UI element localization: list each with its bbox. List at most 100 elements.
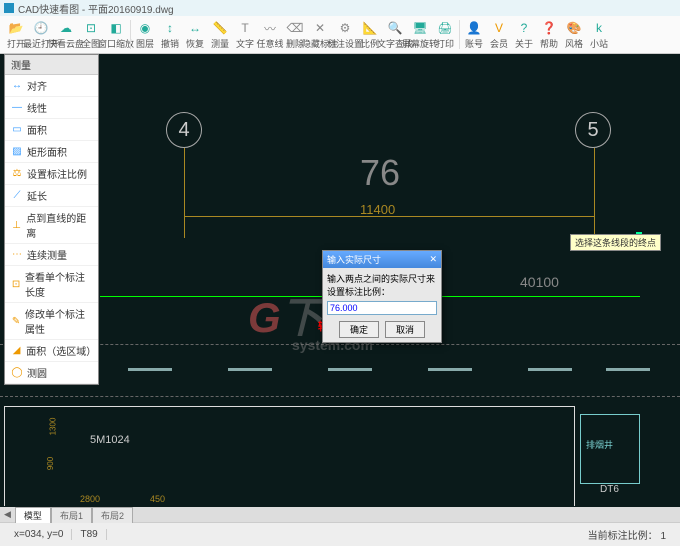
ok-button[interactable]: 确定 — [339, 321, 379, 338]
menu-label: 线性 — [27, 100, 47, 115]
dt-label: DT6 — [600, 484, 619, 495]
window-title: CAD快速看图 - 平面20160919.dwg — [18, 1, 174, 16]
toolbar-label: 测量 — [211, 37, 229, 50]
toolbar-label: 会员 — [490, 37, 508, 50]
coords-readout: x=034, y=0 — [6, 529, 72, 540]
toolbar-label: 打印 — [436, 37, 454, 50]
toolbar-账号[interactable]: 👤账号 — [462, 18, 486, 51]
menu-item-面积[interactable]: ▭面积 — [5, 119, 98, 141]
toolbar-图层[interactable]: ◉图层 — [133, 18, 157, 51]
toolbar-关于[interactable]: ?关于 — [512, 18, 536, 51]
cancel-button[interactable]: 取消 — [385, 321, 425, 338]
status-bar: x=034, y=0 T89 当前标注比例： 1 — [0, 522, 680, 546]
menu-label: 点到直线的距离 — [26, 210, 92, 240]
menu-icon: ↔ — [11, 80, 23, 92]
measure-dropdown: 测量 ↔对齐 — 线性 ▭面积▨矩形面积 ⚖ 设置标注比例 ⟋ 延长 ⊥点到直线的距离 ⋯ 连续测量… — [4, 54, 99, 385]
menu-item-测圆[interactable]: ◯ 测圆 — [5, 362, 98, 384]
close-icon[interactable]: ✕ — [429, 254, 437, 265]
tab-layout1[interactable]: 布局1 — [51, 507, 92, 523]
grid-bubble-5: 5 — [575, 112, 611, 148]
dialog-title-text: 输入实际尺寸 — [327, 253, 381, 266]
menu-label: 延长 — [27, 188, 47, 203]
room-label: 5M1024 — [90, 434, 130, 446]
toolbar-小站[interactable]: k小站 — [587, 18, 611, 51]
menu-item-线性[interactable]: — 线性 — [5, 97, 98, 119]
side-dimension: 40100 — [520, 274, 559, 290]
tab-model[interactable]: 模型 — [15, 507, 51, 523]
status-t: T89 — [72, 529, 106, 540]
toolbar-快看云盘[interactable]: ☁快看云盘 — [54, 18, 78, 51]
dialog-titlebar[interactable]: 输入实际尺寸 ✕ — [323, 251, 441, 268]
menu-icon: ▨ — [11, 146, 23, 158]
toolbar-icon: ↔ — [187, 20, 203, 36]
toolbar-icon: 〰 — [262, 20, 278, 36]
toolbar-icon: ⚙ — [337, 20, 353, 36]
main-toolbar: 📂打开🕘最近打开☁快看云盘⊡全图◧窗口缩放◉图层↕撤销↔恢复📏测量T文字〰任意线… — [0, 16, 680, 54]
toolbar-icon: ◧ — [108, 20, 124, 36]
dialog-prompt: 输入两点之间的实际尺寸来设置标注比例： — [327, 272, 437, 298]
layout-tabs: ◀ 模型 布局1 布局2 — [0, 507, 680, 522]
toolbar-窗口缩放[interactable]: ◧窗口缩放 — [104, 18, 128, 51]
dimension-large: 76 — [360, 152, 400, 194]
menu-item-延长[interactable]: ⟋ 延长 — [5, 185, 98, 207]
dim-450: 450 — [150, 494, 165, 504]
menu-icon: ⟋ — [11, 190, 23, 202]
toolbar-icon: 👤 — [466, 20, 482, 36]
snap-tooltip: 选择这条线段的终点 — [570, 234, 661, 251]
menu-label: 面积 — [27, 122, 47, 137]
menu-item-面积（选区域）[interactable]: ◢面积（选区域） — [5, 340, 98, 362]
toolbar-label: 图层 — [136, 37, 154, 50]
menu-item-对齐[interactable]: ↔对齐 — [5, 75, 98, 97]
toolbar-icon: 📂 — [8, 20, 24, 36]
toolbar-icon: ? — [516, 20, 532, 36]
dim-1300: 1300 — [48, 418, 57, 436]
menu-item-设置标注比例[interactable]: ⚖ 设置标注比例 — [5, 163, 98, 185]
menu-item-矩形面积[interactable]: ▨矩形面积 — [5, 141, 98, 163]
menu-icon: ⋯ — [11, 249, 23, 261]
toolbar-label: 小站 — [590, 37, 608, 50]
toolbar-帮助[interactable]: ❓帮助 — [537, 18, 561, 51]
toolbar-标注设置[interactable]: ⚙标注设置 — [333, 18, 357, 51]
ratio-label: 当前标注比例： — [588, 531, 658, 542]
dimension-value: 11400 — [360, 202, 395, 217]
tab-layout2[interactable]: 布局2 — [92, 507, 133, 523]
dimension-input[interactable] — [327, 301, 437, 315]
menu-label: 修改单个标注属性 — [25, 306, 92, 336]
menu-item-点到直线的距离[interactable]: ⊥点到直线的距离 — [5, 207, 98, 244]
dim-2800: 2800 — [80, 494, 100, 504]
toolbar-任意线[interactable]: 〰任意线 — [258, 18, 282, 51]
toolbar-会员[interactable]: V会员 — [487, 18, 511, 51]
menu-label: 测圆 — [27, 365, 47, 380]
workspace: 4 5 76 11400 40100 5M1024 900 1300 2800 … — [0, 54, 680, 522]
dash-line-2 — [0, 396, 680, 397]
toolbar-icon: ❓ — [541, 20, 557, 36]
toolbar-撤销[interactable]: ↕撤销 — [158, 18, 182, 51]
toolbar-风格[interactable]: 🎨风格 — [562, 18, 586, 51]
menu-icon: ⊡ — [11, 278, 21, 290]
toolbar-icon: 🖥 — [412, 20, 428, 36]
toolbar-打印[interactable]: 🖨打印 — [433, 18, 457, 51]
toolbar-文字[interactable]: T文字 — [233, 18, 257, 51]
menu-label: 设置标注比例 — [27, 166, 87, 181]
toolbar-label: 任意线 — [257, 37, 284, 50]
toolbar-恢复[interactable]: ↔恢复 — [183, 18, 207, 51]
menu-icon: ◯ — [11, 367, 23, 379]
menu-label: 查看单个标注长度 — [25, 269, 92, 299]
dropdown-header: 测量 — [5, 55, 98, 75]
toolbar-label: 撤销 — [161, 37, 179, 50]
toolbar-测量[interactable]: 📏测量 — [208, 18, 232, 51]
toolbar-icon: V — [491, 20, 507, 36]
toolbar-icon: 📏 — [212, 20, 228, 36]
toolbar-icon: ◉ — [137, 20, 153, 36]
toolbar-屏幕旋转[interactable]: 🖥屏幕旋转 — [408, 18, 432, 51]
toolbar-icon: 🕘 — [33, 20, 49, 36]
menu-item-修改单个标注属性[interactable]: ✎ 修改单个标注属性 — [5, 303, 98, 340]
toolbar-label: 恢复 — [186, 37, 204, 50]
menu-icon: ⚖ — [11, 168, 23, 180]
menu-label: 连续测量 — [27, 247, 67, 262]
menu-item-连续测量[interactable]: ⋯ 连续测量 — [5, 244, 98, 266]
menu-icon: ✎ — [11, 315, 21, 327]
menu-icon: — — [11, 102, 23, 114]
toolbar-icon: ⌫ — [287, 20, 303, 36]
menu-item-查看单个标注长度[interactable]: ⊡ 查看单个标注长度 — [5, 266, 98, 303]
